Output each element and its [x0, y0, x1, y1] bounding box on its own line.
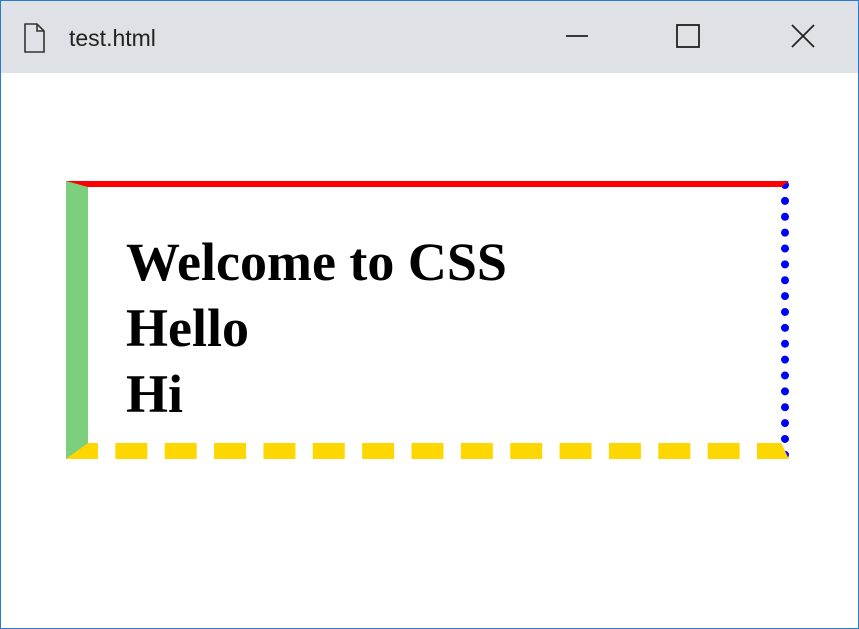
- heading-line-2: Hello: [126, 298, 249, 358]
- box-text: Welcome to CSS Hello Hi: [126, 229, 507, 427]
- page-content: Welcome to CSS Hello Hi: [1, 74, 858, 628]
- bordered-box: Welcome to CSS Hello Hi: [66, 181, 789, 459]
- file-icon: [23, 23, 45, 53]
- close-button[interactable]: [773, 13, 833, 63]
- maximize-icon: [676, 23, 700, 53]
- close-icon: [791, 23, 815, 53]
- maximize-button[interactable]: [658, 13, 718, 63]
- heading-line-3: Hi: [126, 364, 184, 424]
- window-title: test.html: [69, 25, 156, 51]
- heading-line-1: Welcome to CSS: [126, 232, 507, 292]
- minimize-icon: [565, 24, 589, 53]
- title-bar[interactable]: test.html: [1, 1, 858, 73]
- browser-window: test.html Welcome to CSS Hello Hi: [0, 0, 859, 629]
- minimize-button[interactable]: [547, 13, 607, 63]
